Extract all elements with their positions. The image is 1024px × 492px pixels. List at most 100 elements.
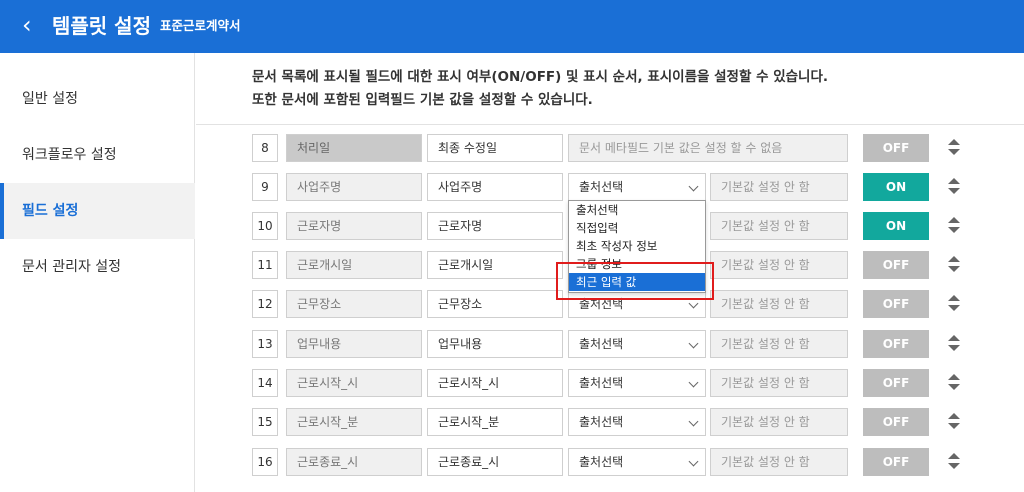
- toggle-button[interactable]: OFF: [863, 408, 929, 436]
- source-select[interactable]: 출처선택: [568, 173, 706, 201]
- source-select[interactable]: 출처선택: [568, 448, 706, 476]
- field-name: 근로시작_시: [286, 369, 422, 397]
- row-number: 10: [252, 212, 278, 240]
- field-row: 8 처리일 최종 수정일 문서 메타필드 기본 값은 설정 할 수 없음 OFF: [0, 134, 1024, 162]
- sort-handle[interactable]: [947, 411, 961, 433]
- field-row: 15 근로시작_분 근로시작_분 출처선택 기본값 설정 안 함 OFF: [0, 408, 1024, 436]
- toggle-button[interactable]: OFF: [863, 330, 929, 358]
- arrow-up-icon: [948, 256, 960, 262]
- highlight-box: [556, 262, 714, 300]
- chevron-left-icon[interactable]: ‹: [22, 13, 32, 37]
- dropdown-option[interactable]: 직접입력: [569, 219, 705, 237]
- source-select-value: 출처선택: [579, 337, 624, 351]
- description: 문서 목록에 표시될 필드에 대한 표시 여부(ON/OFF) 및 표시 순서,…: [252, 66, 1012, 112]
- default-value[interactable]: 기본값 설정 안 함: [710, 448, 848, 476]
- row-number: 11: [252, 251, 278, 279]
- chevron-down-icon: [688, 338, 699, 349]
- field-row: 14 근로시작_시 근로시작_시 출처선택 기본값 설정 안 함 OFF: [0, 369, 1024, 397]
- display-name-input[interactable]: 사업주명: [427, 173, 563, 201]
- arrow-down-icon: [948, 266, 960, 272]
- sort-handle[interactable]: [947, 372, 961, 394]
- sort-handle[interactable]: [947, 254, 961, 276]
- default-value[interactable]: 기본값 설정 안 함: [710, 330, 848, 358]
- display-name-input[interactable]: 업무내용: [427, 330, 563, 358]
- default-value[interactable]: 기본값 설정 안 함: [710, 290, 848, 318]
- description-line-2: 또한 문서에 포함된 입력필드 기본 값을 설정할 수 있습니다.: [252, 92, 593, 108]
- toggle-button[interactable]: OFF: [863, 251, 929, 279]
- toggle-button[interactable]: ON: [863, 173, 929, 201]
- sort-handle[interactable]: [947, 176, 961, 198]
- display-name-input[interactable]: 근로개시일: [427, 251, 563, 279]
- row-number: 16: [252, 448, 278, 476]
- display-name-input[interactable]: 근무장소: [427, 290, 563, 318]
- sort-handle[interactable]: [947, 293, 961, 315]
- toggle-button[interactable]: OFF: [863, 290, 929, 318]
- display-name-input[interactable]: 근로종료_시: [427, 448, 563, 476]
- source-select[interactable]: 출처선택: [568, 369, 706, 397]
- arrow-up-icon: [948, 217, 960, 223]
- source-select-value: 출처선택: [579, 455, 624, 469]
- default-value[interactable]: 기본값 설정 안 함: [710, 251, 848, 279]
- field-row: 12 근무장소 근무장소 출처선택 기본값 설정 안 함 OFF: [0, 290, 1024, 318]
- source-select-value: 출처선택: [579, 376, 624, 390]
- field-name: 근무장소: [286, 290, 422, 318]
- arrow-up-icon: [948, 139, 960, 145]
- source-select-value: 출처선택: [579, 180, 624, 194]
- toggle-button[interactable]: OFF: [863, 134, 929, 162]
- dropdown-option[interactable]: 최초 작성자 정보: [569, 237, 705, 255]
- source-select[interactable]: 출처선택: [568, 408, 706, 436]
- divider: [196, 124, 1024, 125]
- field-row: 16 근로종료_시 근로종료_시 출처선택 기본값 설정 안 함 OFF: [0, 448, 1024, 476]
- field-name: 근로시작_분: [286, 408, 422, 436]
- arrow-up-icon: [948, 453, 960, 459]
- sort-handle[interactable]: [947, 215, 961, 237]
- arrow-up-icon: [948, 178, 960, 184]
- field-row: 10 근로자명 근로자명 기본값 설정 안 함 ON: [0, 212, 1024, 240]
- sort-handle[interactable]: [947, 137, 961, 159]
- row-number: 8: [252, 134, 278, 162]
- sort-handle[interactable]: [947, 451, 961, 473]
- arrow-down-icon: [948, 227, 960, 233]
- arrow-down-icon: [948, 463, 960, 469]
- display-name-input[interactable]: 근로자명: [427, 212, 563, 240]
- row-number: 12: [252, 290, 278, 318]
- field-name: 사업주명: [286, 173, 422, 201]
- field-row: 11 근로개시일 근로개시일 기본값 설정 안 함 OFF: [0, 251, 1024, 279]
- sort-handle[interactable]: [947, 333, 961, 355]
- sidebar-item-general[interactable]: 일반 설정: [0, 71, 195, 127]
- arrow-down-icon: [948, 188, 960, 194]
- chevron-down-icon: [688, 181, 699, 192]
- field-name: 처리일: [286, 134, 422, 162]
- field-name: 업무내용: [286, 330, 422, 358]
- field-row: 13 업무내용 업무내용 출처선택 기본값 설정 안 함 OFF: [0, 330, 1024, 358]
- template-name: 표준근로계약서: [160, 18, 241, 33]
- chevron-down-icon: [688, 416, 699, 427]
- arrow-down-icon: [948, 345, 960, 351]
- default-value[interactable]: 기본값 설정 안 함: [710, 173, 848, 201]
- chevron-down-icon: [688, 377, 699, 388]
- field-name: 근로종료_시: [286, 448, 422, 476]
- toggle-button[interactable]: OFF: [863, 369, 929, 397]
- arrow-down-icon: [948, 423, 960, 429]
- source-select-value: 출처선택: [579, 415, 624, 429]
- default-value[interactable]: 기본값 설정 안 함: [710, 212, 848, 240]
- arrow-up-icon: [948, 374, 960, 380]
- arrow-up-icon: [948, 335, 960, 341]
- arrow-down-icon: [948, 149, 960, 155]
- display-name-input[interactable]: 근로시작_시: [427, 369, 563, 397]
- toggle-button[interactable]: ON: [863, 212, 929, 240]
- arrow-up-icon: [948, 295, 960, 301]
- field-row: 9 사업주명 사업주명 출처선택 기본값 설정 안 함 ON: [0, 173, 1024, 201]
- display-name-input[interactable]: 근로시작_분: [427, 408, 563, 436]
- dropdown-option[interactable]: 출처선택: [569, 201, 705, 219]
- source-select[interactable]: 출처선택: [568, 330, 706, 358]
- default-value[interactable]: 기본값 설정 안 함: [710, 369, 848, 397]
- default-value[interactable]: 기본값 설정 안 함: [710, 408, 848, 436]
- description-line-1: 문서 목록에 표시될 필드에 대한 표시 여부(ON/OFF) 및 표시 순서,…: [252, 69, 829, 85]
- chevron-down-icon: [688, 456, 699, 467]
- toggle-button[interactable]: OFF: [863, 448, 929, 476]
- chevron-down-icon: [688, 298, 699, 309]
- source-note: 문서 메타필드 기본 값은 설정 할 수 없음: [568, 134, 848, 162]
- row-number: 14: [252, 369, 278, 397]
- display-name-input[interactable]: 최종 수정일: [427, 134, 563, 162]
